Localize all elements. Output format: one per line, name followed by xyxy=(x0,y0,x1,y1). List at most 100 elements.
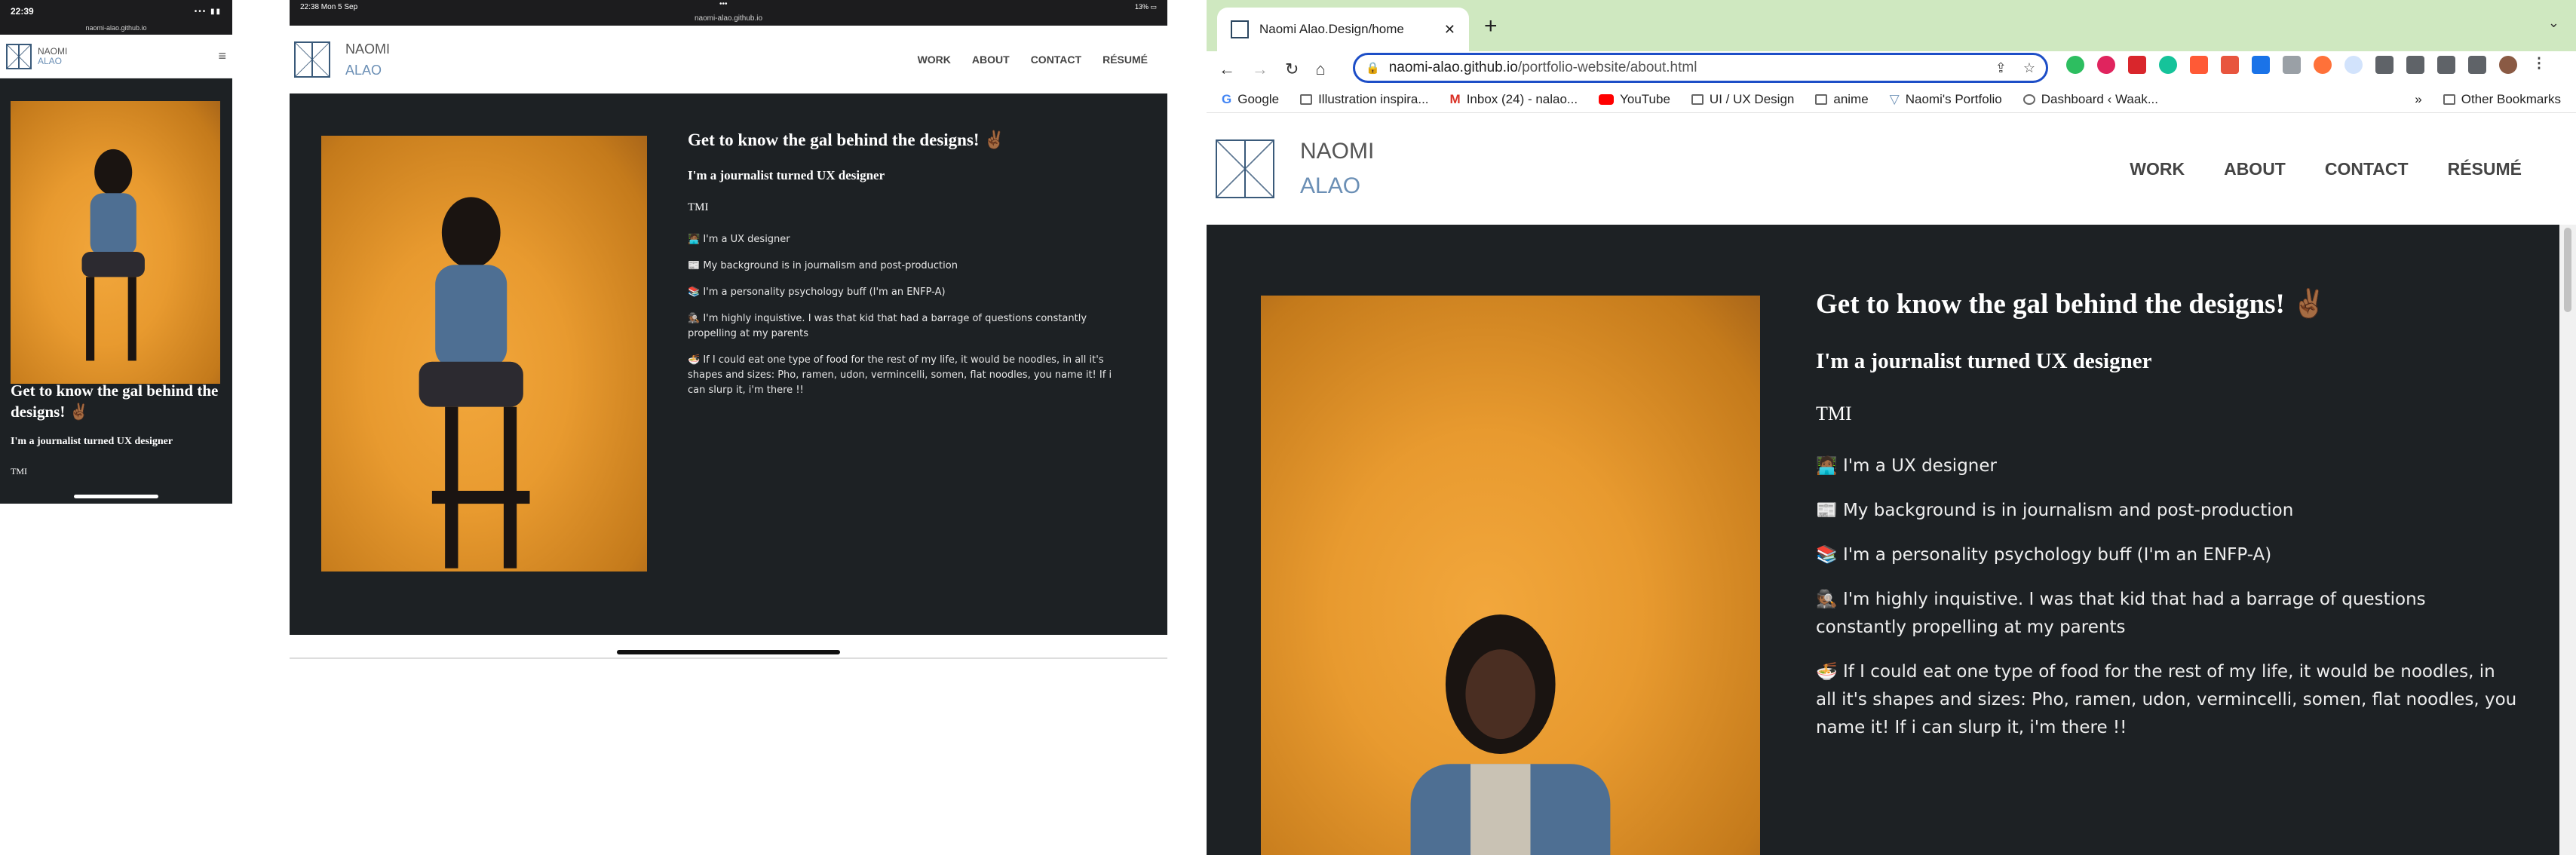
web-page: NAOMI ALAO WORK ABOUT CONTACT RÉSUMÉ Get… xyxy=(1207,113,2576,855)
about-text: Get to know the gal behind the designs! … xyxy=(1816,288,2517,758)
tablet-screenshot: 22:38 Mon 5 Sep ••• 13% ▭ naomi-alao.git… xyxy=(290,0,1167,662)
bookmarks-bar: G Google Illustration inspira... M Inbox (… xyxy=(1207,86,2576,113)
extension-icon[interactable] xyxy=(2344,56,2363,74)
extension-icon[interactable] xyxy=(2252,56,2270,74)
bookmark-google[interactable]: G Google xyxy=(1222,92,1279,107)
tablet-home-indicator xyxy=(617,650,840,654)
url-host: naomi-alao.github.io xyxy=(1388,60,1518,75)
bookmark-label: anime xyxy=(1833,91,1869,106)
list-item: 📚 I'm a personality psychology buff (I'm… xyxy=(1816,545,2272,565)
tablet-nav: WORK ABOUT CONTACT RÉSUMÉ xyxy=(918,54,1163,66)
list-item: 🕵🏾 I'm highly inquistive. I was that kid… xyxy=(1816,590,2426,637)
bookmark-star-icon[interactable]: ☆ xyxy=(2023,60,2035,76)
nav-resume[interactable]: RÉSUMÉ xyxy=(1102,54,1148,66)
bookmark-youtube[interactable]: YouTube xyxy=(1599,92,1670,107)
tablet-status-icons: 13% ▭ xyxy=(1134,2,1157,11)
nav-contact[interactable]: CONTACT xyxy=(2325,159,2409,179)
logo-icon[interactable] xyxy=(294,41,330,78)
hamburger-menu-icon[interactable]: ≡ xyxy=(218,48,226,64)
back-icon[interactable]: ← xyxy=(1219,60,1235,79)
forward-icon[interactable]: → xyxy=(1252,60,1268,79)
site-name[interactable]: NAOMI ALAO xyxy=(1300,134,1374,204)
nav-resume[interactable]: RÉSUMÉ xyxy=(2448,159,2522,179)
extension-icon[interactable] xyxy=(2190,56,2208,74)
about-heading: Get to know the gal behind the designs! … xyxy=(11,382,219,421)
reading-list-icon[interactable] xyxy=(2406,56,2424,74)
logo-icon[interactable] xyxy=(1216,139,1274,198)
tablet-about-section: Get to know the gal behind the designs! … xyxy=(290,93,1167,635)
side-panel-icon[interactable] xyxy=(2437,56,2455,74)
folder-icon xyxy=(1815,93,1828,105)
site-first-name: NAOMI xyxy=(38,45,68,57)
bookmark-label: Illustration inspira... xyxy=(1318,91,1429,106)
close-tab-icon[interactable]: ✕ xyxy=(1444,22,1455,38)
lock-icon[interactable]: 🔒 xyxy=(1366,61,1380,75)
list-item: 🧑🏾‍💻 I'm a UX designer xyxy=(1816,456,1997,476)
nav-about[interactable]: ABOUT xyxy=(972,54,1010,66)
phone-status-icons: ••• ▮▮ xyxy=(194,7,222,16)
google-icon: G xyxy=(1222,91,1232,106)
phone-url-bar[interactable]: naomi-alao.github.io xyxy=(0,23,232,35)
bookmark-anime[interactable]: anime xyxy=(1815,91,1869,107)
bookmark-label: Dashboard ‹ Waak... xyxy=(2041,91,2158,106)
profile-photo xyxy=(11,101,220,384)
tab-search-chevron-icon[interactable]: ⌄ xyxy=(2548,15,2559,31)
bookmark-portfolio[interactable]: ▽ Naomi's Portfolio xyxy=(1890,92,2002,107)
profile-photo xyxy=(1261,296,1760,855)
bookmark-dashboard[interactable]: Dashboard ‹ Waak... xyxy=(2022,91,2158,107)
more-bookmarks[interactable]: » xyxy=(2415,92,2421,107)
site-last-name: ALAO xyxy=(345,63,382,78)
multitask-dots-icon[interactable]: ••• xyxy=(719,0,728,8)
extensions-puzzle-icon[interactable] xyxy=(2375,56,2394,74)
extension-icon[interactable] xyxy=(2221,56,2239,74)
scrollbar[interactable] xyxy=(2559,225,2576,855)
phone-about-section: Get to know the gal behind the designs! … xyxy=(0,78,232,504)
reload-icon[interactable]: ↻ xyxy=(1285,60,1299,79)
extension-icon[interactable] xyxy=(2128,56,2146,74)
nav-work[interactable]: WORK xyxy=(2130,159,2185,179)
address-bar[interactable]: 🔒 naomi-alao.github.io/portfolio-website… xyxy=(1353,53,2048,83)
browser-tab[interactable]: Naomi Alao.Design/home ✕ xyxy=(1217,8,1469,51)
nav-about[interactable]: ABOUT xyxy=(2224,159,2286,179)
extension-icon[interactable] xyxy=(2314,56,2332,74)
logo-icon[interactable] xyxy=(6,43,32,69)
extension-icon[interactable] xyxy=(2283,56,2301,74)
browser-menu-icon[interactable]: ⋮ xyxy=(2530,56,2548,74)
tablet-site-header: NAOMI ALAO WORK ABOUT CONTACT RÉSUMÉ xyxy=(290,26,1167,93)
list-item: 📰 My background is in journalism and pos… xyxy=(1816,501,2294,520)
new-tab-icon[interactable]: + xyxy=(1484,14,1498,39)
site-name[interactable]: NAOMI ALAO xyxy=(345,38,390,81)
tablet-url-bar[interactable]: naomi-alao.github.io xyxy=(290,14,1167,26)
home-icon[interactable]: ⌂ xyxy=(1315,60,1325,79)
list-item: 📚 I'm a personality psychology buff (I'm… xyxy=(688,287,946,298)
youtube-icon xyxy=(1599,93,1615,105)
scrollbar-thumb[interactable] xyxy=(2564,228,2571,312)
grammarly-extension-icon[interactable] xyxy=(2159,56,2177,74)
site-name[interactable]: NAOMI ALAO xyxy=(38,45,68,66)
bookmark-label: Naomi's Portfolio xyxy=(1905,91,2002,106)
site-header: NAOMI ALAO WORK ABOUT CONTACT RÉSUMÉ xyxy=(1207,113,2576,225)
tmi-label: TMI xyxy=(11,466,27,477)
bookmark-inbox[interactable]: M Inbox (24) - nalao... xyxy=(1450,92,1578,107)
tab-title: Naomi Alao.Design/home xyxy=(1259,22,1404,36)
profile-avatar[interactable] xyxy=(2499,56,2517,74)
extension-icon[interactable] xyxy=(2468,56,2486,74)
bookmark-label: Google xyxy=(1237,91,1280,106)
bookmark-other[interactable]: Other Bookmarks xyxy=(2443,92,2561,107)
portfolio-icon: ▽ xyxy=(1889,91,1900,106)
folder-icon xyxy=(1300,93,1313,105)
about-heading: Get to know the gal behind the designs! … xyxy=(1816,289,2327,320)
about-text: Get to know the gal behind the designs! … xyxy=(688,130,1125,409)
extension-icon[interactable] xyxy=(2097,56,2115,74)
folder-icon xyxy=(1691,93,1704,105)
extensions-bar: ⋮ xyxy=(2066,56,2548,74)
bookmark-illustration[interactable]: Illustration inspira... xyxy=(1300,91,1429,107)
nav-work[interactable]: WORK xyxy=(918,54,951,66)
nav-contact[interactable]: CONTACT xyxy=(1031,54,1081,66)
gmail-icon: M xyxy=(1449,91,1461,106)
site-first-name: NAOMI xyxy=(345,41,391,57)
phone-site-header: NAOMI ALAO ≡ xyxy=(0,35,232,78)
share-icon[interactable]: ⇪ xyxy=(1995,60,2007,76)
evernote-extension-icon[interactable] xyxy=(2066,56,2084,74)
bookmark-ui-ux[interactable]: UI / UX Design xyxy=(1691,92,1794,107)
